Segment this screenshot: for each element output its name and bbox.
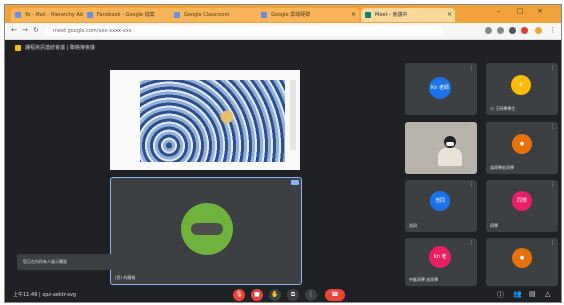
tab-favicon-icon — [15, 12, 21, 18]
tab-2[interactable]: Google Classroom× — [170, 8, 269, 22]
present-button[interactable]: ⧉ — [287, 289, 299, 301]
close-window-button[interactable]: × — [537, 7, 543, 15]
menu-icon[interactable]: ⋮ — [549, 26, 556, 34]
tile-menu-icon[interactable]: ⋮ — [550, 182, 555, 188]
participant-avatar: 浩同 — [430, 191, 450, 211]
raise-hand-button[interactable]: ✋ — [269, 289, 281, 301]
tab-favicon-icon — [87, 12, 93, 18]
chat-icon[interactable]: ▤ — [529, 290, 536, 298]
tile-menu-icon[interactable]: ⋮ — [469, 124, 474, 130]
tile-menu-icon[interactable]: ⋮ — [469, 240, 474, 246]
back-icon[interactable]: ← — [11, 26, 17, 34]
forward-icon[interactable]: → — [22, 26, 28, 34]
present-icon: ⧉ — [290, 291, 296, 298]
participant-video-tile[interactable]: ⋮ — [405, 122, 477, 174]
extension-icon[interactable] — [485, 27, 492, 34]
url-input[interactable]: meet.google.com/xxx-xxxx-xxx — [45, 26, 443, 36]
activities-icon[interactable]: △ — [545, 290, 550, 298]
tab-meet-active[interactable]: Meet - 會議中 × — [361, 8, 455, 22]
profile-avatar[interactable] — [535, 27, 542, 34]
extension-icon[interactable] — [497, 27, 504, 34]
slide-toolbar — [290, 80, 296, 150]
participant-name: 中區同學 宏同學 — [409, 277, 439, 282]
participant-tile[interactable]: ⋮ ♛ 小 王同學學生 — [486, 63, 558, 115]
meet-logo-icon — [15, 45, 21, 51]
more-options-button[interactable]: ⋮ — [305, 289, 317, 301]
meeting-code: 上午11:46 | xpz-aektr-svg — [13, 292, 77, 298]
control-bar: 上午11:46 | xpz-aektr-svg 🎙 ■ ✋ ⧉ ⋮ ☎ ⓘ 👥 … — [5, 288, 561, 302]
tab-label: Meet - 會議中 — [375, 12, 408, 18]
participant-tile[interactable]: ⋮ ● 吳同學宏同學 — [486, 122, 558, 174]
tile-menu-icon[interactable]: ⋮ — [550, 65, 555, 71]
participant-name: 浩同 — [409, 223, 417, 228]
meeting-title: 課程資訊連結會議 | 聯絡簿會議 — [25, 45, 95, 51]
participant-tile[interactable]: ⋮ Kn 老 中區同學 宏同學 — [405, 238, 477, 286]
tile-menu-icon[interactable]: ⋮ — [550, 124, 555, 130]
participant-tile[interactable]: ⋮ Kn 老師 — [405, 63, 477, 115]
tab-favicon-icon — [261, 12, 267, 18]
camera-button[interactable]: ■ — [251, 289, 263, 301]
participant-video — [435, 132, 465, 166]
extension-icon[interactable] — [521, 27, 528, 34]
presentation-tile[interactable] — [110, 70, 300, 170]
meet-favicon-icon — [365, 12, 371, 18]
camera-icon: ■ — [254, 291, 260, 298]
person-icon: ● — [512, 134, 532, 154]
hand-icon: ✋ — [271, 291, 279, 298]
participant-avatar: 同學 — [512, 191, 532, 211]
audio-indicator — [191, 223, 223, 235]
person-icon: ● — [512, 248, 532, 268]
info-icon[interactable]: ⓘ — [497, 290, 504, 300]
reload-icon[interactable]: ↻ — [33, 26, 39, 34]
address-bar: ← → ↻ meet.google.com/xxx-xxxx-xxx ⋮ — [5, 23, 561, 40]
participant-avatar: Kn 老 — [429, 246, 451, 268]
browser-window: Yo - Mail - Hierarchy Admin× Facebook - … — [4, 4, 562, 303]
presented-slide-image — [140, 80, 285, 162]
tab-close-icon[interactable]: × — [447, 8, 452, 22]
tile-menu-icon[interactable]: ⋮ — [550, 240, 555, 246]
tab-label: Facebook - Google 檔案 — [97, 12, 155, 18]
tab-favicon-icon — [174, 12, 180, 18]
crown-icon: ♛ — [511, 75, 531, 95]
self-view-name: (您) 的簡報 — [115, 275, 136, 280]
tab-3[interactable]: Google 雲端硬碟 × — [257, 8, 359, 22]
maximize-button[interactable]: □ — [517, 7, 524, 15]
self-view-tile[interactable]: (您) 的簡報 — [110, 177, 302, 285]
tile-menu-icon[interactable]: ⋮ — [469, 65, 474, 71]
tab-close-icon[interactable]: × — [351, 8, 356, 22]
extension-icon[interactable] — [509, 27, 516, 34]
participant-tile[interactable]: ⋮ 浩同 浩同 — [405, 180, 477, 232]
participant-avatar: Kn 老師 — [429, 77, 451, 99]
end-call-icon: ☎ — [331, 291, 339, 298]
tab-bar: Yo - Mail - Hierarchy Admin× Facebook - … — [5, 5, 561, 23]
tab-label: Google Classroom — [184, 12, 230, 18]
participant-tile[interactable]: ⋮ 同學 同學 — [486, 180, 558, 232]
minimize-button[interactable]: – — [497, 7, 501, 15]
end-call-button[interactable]: ☎ — [325, 289, 345, 301]
presenting-toast: 您正在向所有人展示畫面 — [17, 254, 119, 270]
participant-name: 吳同學宏同學 — [490, 165, 514, 170]
pin-icon[interactable] — [291, 180, 299, 185]
self-avatar — [181, 203, 233, 255]
participant-name: 同學 — [490, 223, 498, 228]
meet-stage: 課程資訊連結會議 | 聯絡簿會議 (您) 的簡報 您正在向所有人展示畫面 ⋮ K… — [5, 40, 561, 302]
people-icon[interactable]: 👥 — [513, 290, 522, 298]
participant-name: 小 王同學學生 — [490, 106, 516, 111]
mic-button[interactable]: 🎙 — [233, 289, 245, 301]
tab-1[interactable]: Facebook - Google 檔案× — [83, 8, 182, 22]
tab-label: Google 雲端硬碟 — [271, 12, 311, 18]
more-icon: ⋮ — [308, 291, 314, 298]
participant-tile[interactable]: ⋮ ● — [486, 238, 558, 286]
mic-icon: 🎙 — [235, 291, 243, 298]
tile-menu-icon[interactable]: ⋮ — [469, 182, 474, 188]
